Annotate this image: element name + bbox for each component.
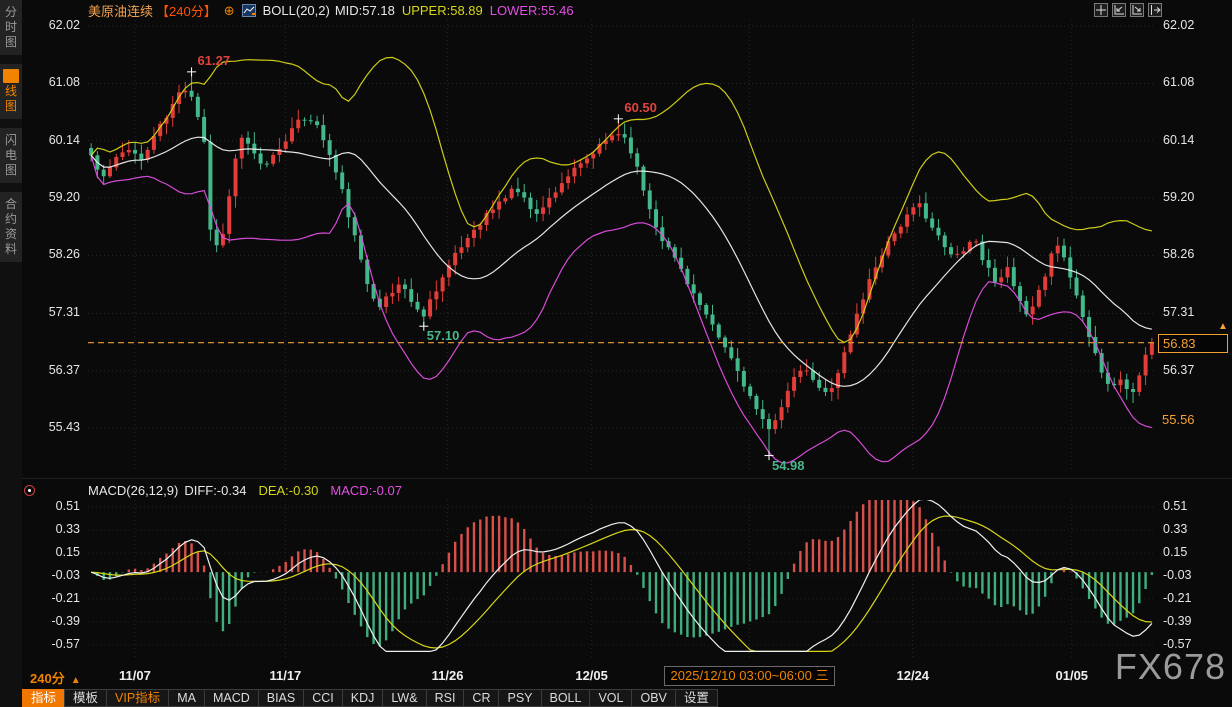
chart-main: 美原油连续 【240分】 ⊕ BOLL(20,2) MID:57.18 UPPE… xyxy=(22,0,1232,707)
range-left-icon[interactable] xyxy=(1112,3,1126,17)
date-label: 12/24 xyxy=(897,668,930,683)
sidebar-tab-flash-chart[interactable]: 闪电图 xyxy=(0,128,22,183)
price-tick-label: 56.37 xyxy=(1163,363,1225,378)
price-tick-label: 61.08 xyxy=(1163,75,1225,90)
session-low-label: 55.56 xyxy=(1158,411,1220,428)
toolbar-button-cr[interactable]: CR xyxy=(463,689,499,707)
macd-tick-label: -0.57 xyxy=(22,637,80,652)
toolbar-button-macd[interactable]: MACD xyxy=(204,689,259,707)
dropup-icon: ▲ xyxy=(71,675,81,686)
boll-upper-value: UPPER:58.89 xyxy=(402,3,483,18)
macd-tick-label: 0.33 xyxy=(1163,522,1225,537)
toolbar-button-psy[interactable]: PSY xyxy=(498,689,541,707)
toolbar-button-vip-indicator[interactable]: VIP指标 xyxy=(106,689,169,707)
toolbar-button-indicator[interactable]: 指标 xyxy=(22,689,65,707)
date-label: 12/05 xyxy=(575,668,608,683)
chart-type-icon[interactable] xyxy=(242,4,256,17)
price-tick-label: 62.02 xyxy=(22,18,80,33)
price-annotation: 57.10 xyxy=(427,328,460,343)
price-tick-label: 60.14 xyxy=(1163,133,1225,148)
range-right-icon[interactable] xyxy=(1130,3,1144,17)
toolbar-button-lwr[interactable]: LW& xyxy=(382,689,426,707)
toolbar-button-kdj[interactable]: KDJ xyxy=(342,689,384,707)
macd-tick-label: 0.33 xyxy=(22,522,80,537)
current-price-label: 56.83 xyxy=(1158,334,1228,353)
toolbar-button-bias[interactable]: BIAS xyxy=(258,689,305,707)
indicator-toolbar: 指标模板VIP指标MAMACDBIASCCIKDJLW&RSICRPSYBOLL… xyxy=(22,689,717,707)
macd-tick-label: -0.21 xyxy=(1163,591,1225,606)
period-label: 【240分】 xyxy=(156,1,217,20)
price-tick-label: 58.26 xyxy=(22,247,80,262)
toolbar-button-rsi[interactable]: RSI xyxy=(426,689,465,707)
macd-tick-label: -0.39 xyxy=(22,614,80,629)
panel-shift-icon[interactable] xyxy=(1148,3,1162,17)
period-selector[interactable]: 240分▲ xyxy=(30,668,81,687)
toolbar-button-vol[interactable]: VOL xyxy=(589,689,632,707)
price-tick-label: 58.26 xyxy=(1163,247,1225,262)
selected-date-label: 2025/12/10 03:00~06:00 三 xyxy=(664,666,836,686)
date-label: 11/17 xyxy=(269,668,301,683)
toolbar-button-settings[interactable]: 设置 xyxy=(675,689,718,707)
pan-icon[interactable] xyxy=(1094,3,1108,17)
sidebar: 分时图 K线图闪电图合约资料 xyxy=(0,0,22,707)
toolbar-button-boll[interactable]: BOLL xyxy=(541,689,591,707)
chart-header: 美原油连续 【240分】 ⊕ BOLL(20,2) MID:57.18 UPPE… xyxy=(88,2,574,19)
sidebar-tab-kline-chart[interactable]: K线图 xyxy=(0,64,22,119)
macd-tick-label: -0.03 xyxy=(1163,568,1225,583)
macd-title: MACD(26,12,9) xyxy=(88,483,178,498)
macd-tick-label: -0.03 xyxy=(22,568,80,583)
price-tick-label: 59.20 xyxy=(1163,190,1225,205)
price-tick-label: 62.02 xyxy=(1163,18,1225,33)
macd-tick-label: 0.15 xyxy=(1163,545,1225,560)
macd-chart[interactable] xyxy=(88,500,1155,658)
date-label: 11/07 xyxy=(119,668,151,683)
app-window: 分时图 K线图闪电图合约资料 美原油连续 【240分】 ⊕ BOLL(20,2) … xyxy=(0,0,1232,707)
price-annotation: 61.27 xyxy=(198,53,231,68)
price-tick-label: 56.37 xyxy=(22,363,80,378)
price-annotation: 60.50 xyxy=(624,100,657,115)
macd-tick-label: 0.51 xyxy=(22,499,80,514)
sidebar-tab-contract-info[interactable]: 合约资料 xyxy=(0,192,22,262)
candlestick-chart[interactable] xyxy=(88,20,1155,470)
pane-divider xyxy=(22,478,1232,479)
sidebar-tab-time-chart[interactable]: 分时图 xyxy=(0,0,22,55)
boll-lower-value: LOWER:55.46 xyxy=(490,3,574,18)
add-indicator-icon[interactable]: ⊕ xyxy=(224,4,235,17)
toolbar-button-cci[interactable]: CCI xyxy=(303,689,343,707)
boll-label: BOLL(20,2) xyxy=(263,3,330,18)
date-axis: 240分▲ 2025/12/10 03:00~06:00 三 11/07 11/1… xyxy=(22,664,1232,688)
price-tick-label: 59.20 xyxy=(22,190,80,205)
price-annotation: 54.98 xyxy=(772,458,805,473)
macd-header: MACD(26,12,9) DIFF:-0.34 DEA:-0.30 MACD:… xyxy=(88,482,402,498)
price-up-arrow-icon: ▲ xyxy=(1218,322,1228,332)
date-label: 11/26 xyxy=(432,668,464,683)
macd-tick-label: -0.39 xyxy=(1163,614,1225,629)
price-tick-label: 55.43 xyxy=(22,420,80,435)
price-tick-label: 57.31 xyxy=(1163,305,1225,320)
price-tick-label: 60.14 xyxy=(22,133,80,148)
window-buttons xyxy=(1094,3,1162,17)
symbol-title: 美原油连续 xyxy=(88,1,153,20)
date-label: 01/05 xyxy=(1055,668,1088,683)
macd-dea-value: DEA:-0.30 xyxy=(258,483,318,498)
macd-tick-label: 0.15 xyxy=(22,545,80,560)
toolbar-button-ma[interactable]: MA xyxy=(168,689,205,707)
price-tick-label: 57.31 xyxy=(22,305,80,320)
toolbar-button-template[interactable]: 模板 xyxy=(64,689,107,707)
macd-diff-value: DIFF:-0.34 xyxy=(184,483,246,498)
toolbar-button-obv[interactable]: OBV xyxy=(631,689,675,707)
macd-pane-icon[interactable] xyxy=(24,485,35,496)
watermark: FX678 xyxy=(1115,646,1226,688)
macd-tick-label: -0.21 xyxy=(22,591,80,606)
price-tick-label: 61.08 xyxy=(22,75,80,90)
macd-tick-label: 0.51 xyxy=(1163,499,1225,514)
macd-macd-value: MACD:-0.07 xyxy=(330,483,402,498)
boll-mid-value: MID:57.18 xyxy=(335,3,395,18)
